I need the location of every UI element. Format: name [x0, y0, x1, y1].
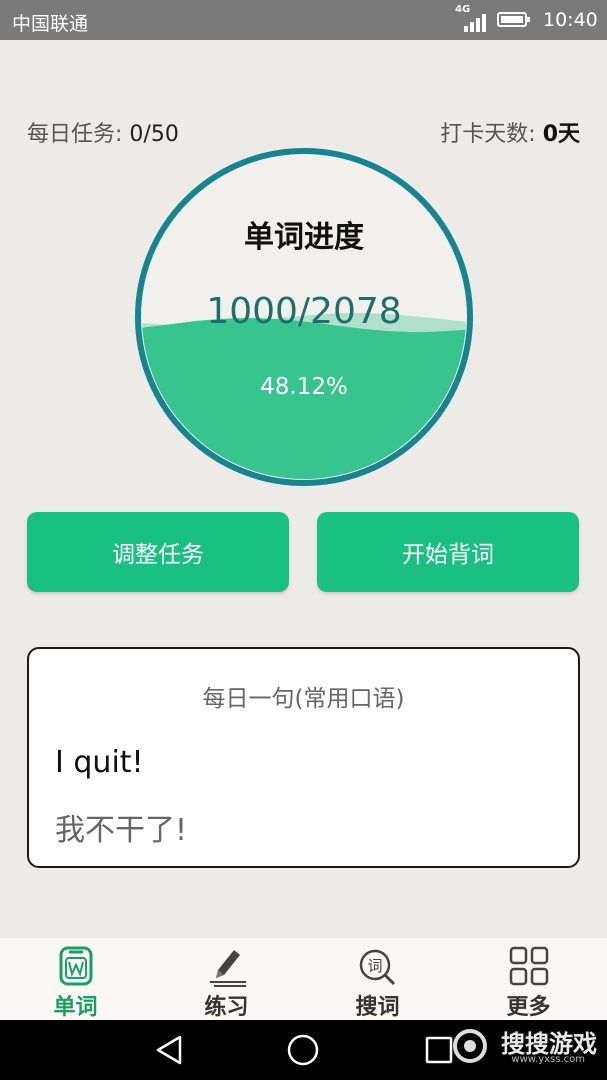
progress-count: 1000/2078: [206, 291, 402, 332]
daily-task-stat: 每日任务: 0/50: [27, 116, 179, 148]
daily-sentence-english: I quit!: [55, 745, 144, 780]
bottom-nav: 单词 练习 词 搜词 更多: [0, 938, 607, 1020]
grid-icon: [509, 946, 549, 986]
status-time: 10:40: [543, 9, 598, 31]
checkin-value: 0天: [542, 122, 580, 147]
word-progress-circle: 单词进度 1000/2078 48.12%: [134, 147, 474, 487]
search-word-icon: 词: [359, 949, 396, 986]
start-memorize-button[interactable]: 开始背词: [317, 512, 579, 592]
status-bar: 中国联通 4G 10:40: [0, 0, 607, 40]
checkin-stat: 打卡天数: 0天: [440, 116, 580, 148]
home-icon[interactable]: [286, 1033, 320, 1067]
battery-icon: [497, 12, 530, 27]
daily-task-label: 每日任务:: [27, 122, 130, 147]
wave-front: [142, 318, 466, 479]
adjust-task-button[interactable]: 调整任务: [27, 512, 289, 592]
pencil-icon: [210, 950, 246, 987]
back-icon[interactable]: [154, 1034, 184, 1066]
system-nav-bar: 搜搜游戏 www.yxss.com: [0, 1020, 607, 1080]
carrier-name: 中国联通: [12, 13, 89, 35]
signal-icon: [462, 12, 488, 32]
word-book-icon: [59, 946, 93, 986]
watermark-url: www.yxss.com: [511, 1054, 585, 1065]
daily-sentence-chinese: 我不干了!: [55, 813, 188, 848]
daily-sentence-title: 每日一句(常用口语): [202, 686, 405, 712]
daily-task-value: 0/50: [129, 122, 179, 147]
nav-label-more: 更多: [506, 995, 551, 1020]
nav-item-more[interactable]: 更多: [453, 938, 604, 1020]
daily-sentence-card: 每日一句(常用口语) I quit! 我不干了!: [27, 647, 580, 868]
svg-text:词: 词: [367, 957, 382, 975]
recents-icon[interactable]: [424, 1035, 454, 1065]
nav-item-words[interactable]: 单词: [0, 938, 151, 1020]
nav-item-practice[interactable]: 练习: [151, 938, 302, 1020]
nav-label-search: 搜词: [355, 995, 400, 1020]
nav-label-practice: 练习: [204, 995, 249, 1020]
watermark-logo-icon: [453, 1029, 487, 1063]
checkin-label: 打卡天数:: [440, 122, 543, 147]
nav-item-search[interactable]: 词 搜词: [302, 938, 453, 1020]
nav-label-words: 单词: [53, 995, 98, 1020]
progress-title: 单词进度: [244, 220, 364, 255]
progress-percent: 48.12%: [260, 374, 348, 400]
